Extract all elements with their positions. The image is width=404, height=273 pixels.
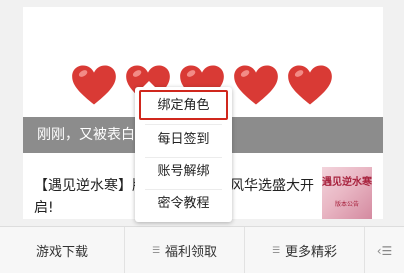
popup-arrow	[143, 81, 155, 87]
tab-game-download[interactable]: 游戏下载	[0, 227, 124, 273]
menu-item-daily-checkin[interactable]: 每日签到	[139, 126, 228, 156]
tab-label: 游戏下载	[35, 245, 88, 260]
menu-icon: ☰	[271, 245, 281, 256]
heart-icon	[234, 65, 278, 105]
tab-welfare[interactable]: ☰ 福利领取	[124, 227, 244, 273]
welfare-submenu: 绑定角色 每日签到 账号解绑 密令教程	[135, 81, 232, 222]
thumbnail-subtitle: 版本公告	[334, 201, 359, 208]
menu-item-bind-role[interactable]: 绑定角色	[139, 90, 228, 120]
menu-divider	[145, 124, 222, 125]
thumbnail-title: 遇见逆水寒	[322, 177, 372, 188]
tab-more[interactable]: ☰ 更多精彩	[244, 227, 364, 273]
keyboard-icon: ‹☰	[376, 243, 393, 258]
bottom-menu-bar: 游戏下载 ☰ 福利领取 ☰ 更多精彩 ‹☰	[0, 226, 404, 273]
tab-label: 福利领取	[165, 245, 218, 260]
article-thumbnail[interactable]: 遇见逆水寒 版本公告	[322, 167, 372, 219]
menu-icon: ☰	[151, 245, 161, 256]
wechat-account-screen: 刚刚，又被表白了 【遇见逆水寒】版本更新公告，风华选盛大开启! 遇见逆水寒 版本…	[0, 0, 404, 273]
keyboard-toggle-button[interactable]: ‹☰	[364, 227, 404, 273]
tab-label: 更多精彩	[285, 245, 338, 260]
heart-icon	[72, 65, 116, 105]
menu-item-code-tutorial[interactable]: 密令教程	[139, 190, 228, 220]
menu-item-unbind-account[interactable]: 账号解绑	[139, 158, 228, 188]
heart-icon	[288, 65, 332, 105]
